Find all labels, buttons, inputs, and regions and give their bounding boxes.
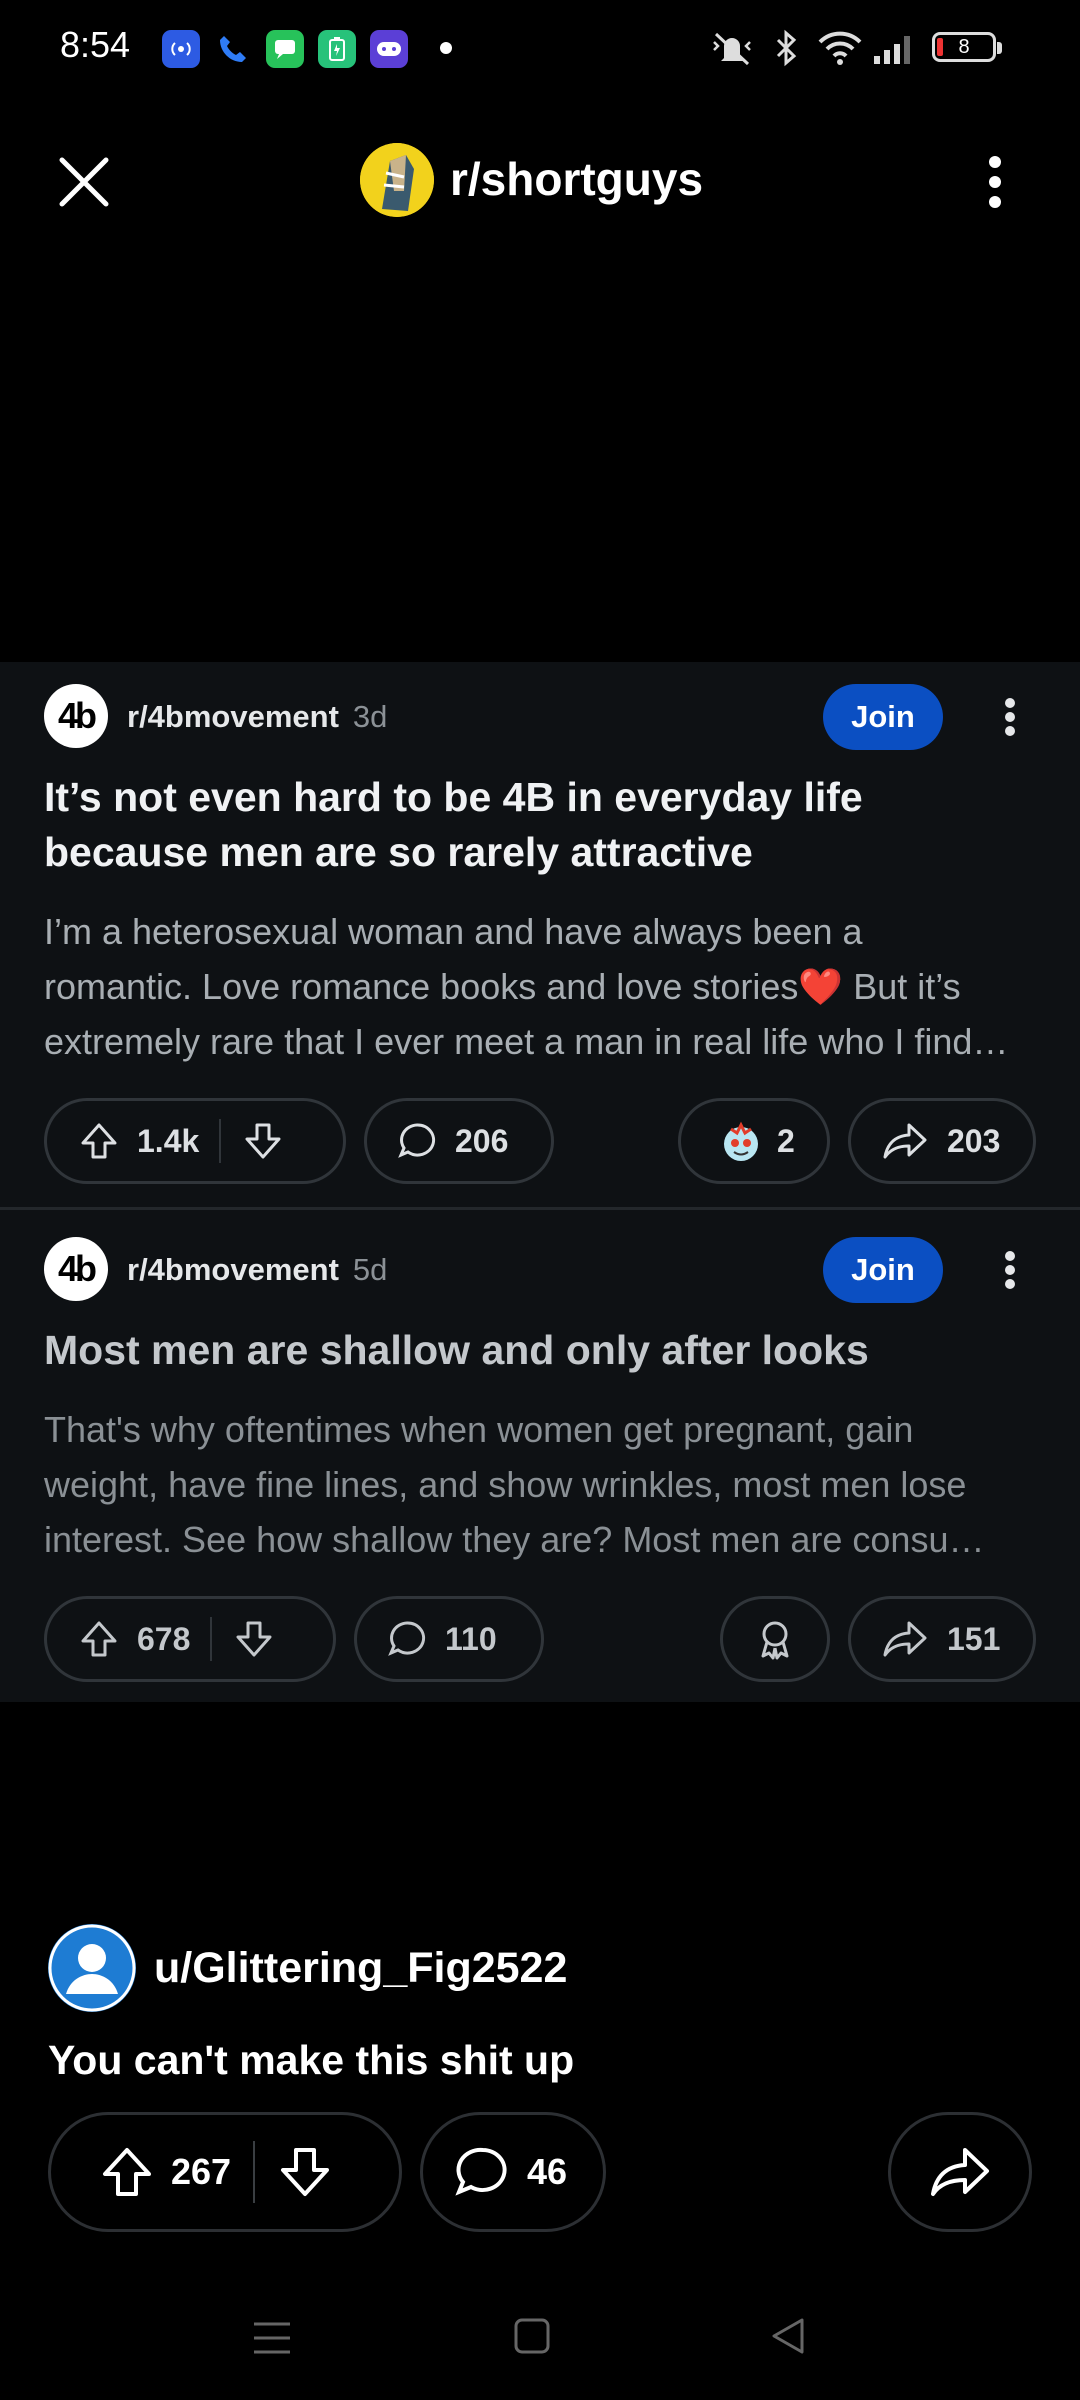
subreddit-avatar[interactable] (360, 143, 434, 217)
post-body: I’m a heterosexual woman and have always… (44, 904, 1044, 1069)
messages-icon (266, 30, 304, 68)
hotspot-icon (162, 30, 200, 68)
status-bar: 8:54 8 (0, 0, 1080, 96)
award-button[interactable]: 2 (678, 1098, 830, 1184)
back-icon[interactable] (766, 2314, 810, 2358)
comment-count: 206 (455, 1122, 509, 1159)
close-button[interactable] (52, 150, 116, 214)
post-body-line: interest. See how shallow they are? Most… (44, 1519, 985, 1560)
post-age: 3d (352, 699, 388, 734)
award-button[interactable] (720, 1596, 830, 1682)
community-name: r/4bmovement 3d (127, 699, 388, 734)
comment-icon (455, 2147, 507, 2196)
post-author[interactable]: u/Glittering_Fig2522 (154, 1944, 567, 1993)
join-button[interactable]: Join (823, 1237, 943, 1303)
more-vertical-icon (1005, 698, 1015, 736)
bluetooth-icon (768, 28, 804, 73)
status-time: 8:54 (60, 24, 131, 65)
more-vertical-icon (1005, 1251, 1015, 1289)
signal-icon (872, 28, 920, 73)
comment-count: 46 (527, 2151, 568, 2192)
share-button[interactable]: 151 (848, 1596, 1036, 1682)
phone-icon (214, 30, 252, 68)
snoo-award-icon (724, 1121, 758, 1161)
comments-button[interactable]: 110 (354, 1596, 544, 1682)
upvote-icon[interactable] (77, 1119, 121, 1163)
comments-button[interactable]: 206 (364, 1098, 554, 1184)
share-button[interactable] (888, 2112, 1032, 2232)
post-body-line: extremely rare that I ever meet a man in… (44, 1021, 1009, 1062)
award-count: 2 (777, 1122, 795, 1159)
community-name: r/4bmovement 5d (127, 1252, 388, 1287)
community-avatar: 4b (44, 684, 108, 748)
more-options-button[interactable] (994, 684, 1026, 750)
close-icon (59, 157, 109, 207)
downvote-icon[interactable] (277, 2144, 333, 2200)
vote-pill: 1.4k (44, 1098, 346, 1184)
post-body: That's why oftentimes when women get pre… (44, 1402, 1044, 1567)
subreddit-name[interactable]: r/shortguys (450, 152, 703, 206)
vote-count: 678 (137, 1620, 191, 1657)
post-title: Most men are shallow and only after look… (44, 1327, 869, 1373)
vote-pill: 678 (44, 1596, 336, 1682)
post-divider (0, 1207, 1080, 1210)
comment-icon (388, 1621, 426, 1656)
share-icon (883, 1621, 927, 1657)
comment-icon (398, 1123, 436, 1158)
share-icon (931, 2148, 989, 2196)
share-button[interactable]: 203 (848, 1098, 1036, 1184)
downvote-icon[interactable] (232, 1617, 276, 1661)
vibrate-icon (708, 28, 756, 73)
comments-button[interactable]: 46 (420, 2112, 606, 2232)
community-avatar: 4b (44, 1237, 108, 1301)
game-icon (370, 30, 408, 68)
vote-count: 1.4k (137, 1122, 200, 1159)
notification-dot (440, 42, 452, 54)
more-options-button[interactable] (994, 1237, 1026, 1303)
more-options-button[interactable] (975, 150, 1015, 214)
post-title: You can't make this shit up (48, 2037, 575, 2083)
upvote-icon[interactable] (99, 2144, 155, 2200)
embedded-post[interactable]: 4b r/4bmovement 5d Join Most men are shal… (0, 1217, 1080, 1702)
user-avatar[interactable] (48, 1924, 136, 2012)
share-icon (883, 1123, 927, 1159)
share-count: 203 (947, 1122, 1001, 1159)
post-body-line: That's why oftentimes when women get pre… (44, 1409, 914, 1450)
vote-pill: 267 (48, 2112, 402, 2232)
comment-count: 110 (445, 1620, 497, 1657)
post-body-line: I’m a heterosexual woman and have always… (44, 911, 863, 952)
share-count: 151 (947, 1620, 1001, 1657)
award-icon (761, 1621, 789, 1660)
post-body-line: weight, have fine lines, and show wrinkl… (44, 1464, 967, 1505)
more-vertical-icon (989, 156, 1001, 208)
user-icon (48, 1924, 136, 2012)
recents-icon[interactable] (250, 2316, 294, 2360)
battery-saver-icon (318, 30, 356, 68)
upvote-icon[interactable] (77, 1617, 121, 1661)
join-button[interactable]: Join (823, 684, 943, 750)
post-body-line: romantic. Love romance books and love st… (44, 966, 961, 1007)
system-nav-bar (0, 2290, 1080, 2400)
post-title: It’s not even hard to be 4B in everyday … (44, 774, 863, 875)
embedded-screenshot: 4b r/4bmovement 3d Join It’s not even har… (0, 662, 1080, 1702)
wifi-icon (816, 28, 864, 73)
post-age: 5d (352, 1252, 388, 1287)
battery-icon: 8 (932, 32, 1002, 62)
embedded-post[interactable]: 4b r/4bmovement 3d Join It’s not even har… (0, 662, 1080, 1207)
downvote-icon[interactable] (241, 1119, 285, 1163)
vote-count: 267 (171, 2151, 232, 2192)
home-icon[interactable] (510, 2314, 554, 2358)
